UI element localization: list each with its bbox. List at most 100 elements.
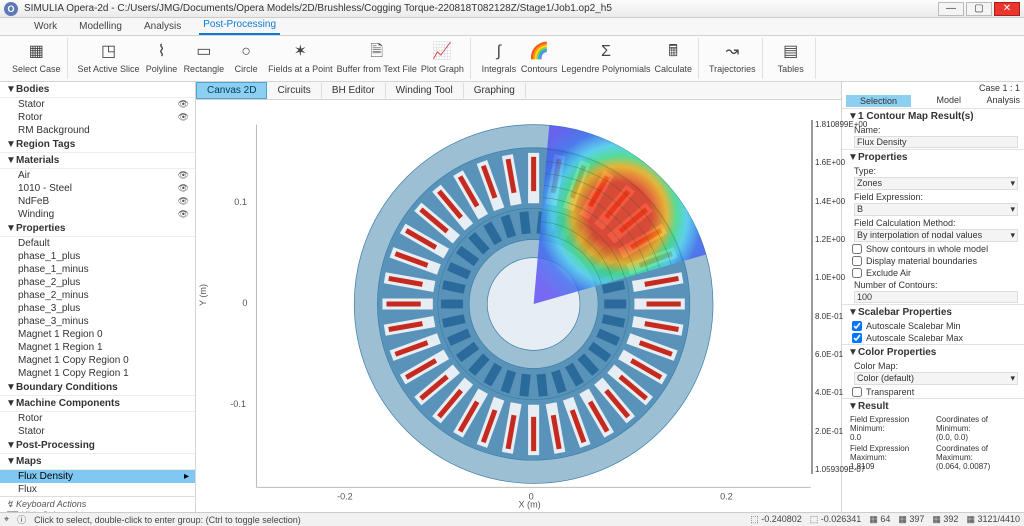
svg-text:0: 0 — [242, 298, 247, 308]
field-expression-select[interactable]: B▾ — [854, 203, 1018, 216]
polyline-icon: ⌇ — [152, 43, 172, 63]
tree-item[interactable]: 1010 - Steel👁 — [0, 182, 195, 195]
minimize-button[interactable]: — — [938, 2, 964, 16]
ribbon-tab-work[interactable]: Work — [30, 19, 61, 35]
close-button[interactable]: ✕ — [994, 2, 1020, 16]
tree-item[interactable]: Magnet 1 Copy Region 0 — [0, 354, 195, 367]
tree-item[interactable]: phase_1_minus — [0, 263, 195, 276]
sigma-icon: Σ — [596, 43, 616, 63]
tree-item[interactable]: Rotor — [0, 412, 195, 425]
visibility-icon[interactable]: 👁 — [178, 99, 189, 110]
set-active-slice-button[interactable]: ◳Set Active Slice — [78, 43, 140, 74]
tree-item[interactable]: NdFeB👁 — [0, 195, 195, 208]
tree-item[interactable]: Stator👁 — [0, 98, 195, 111]
tab-winding-tool[interactable]: Winding Tool — [386, 83, 464, 98]
status-hint: Click to select, double-click to enter g… — [34, 515, 301, 525]
chk-autoscale-min[interactable]: Autoscale Scalebar Min — [842, 320, 1024, 332]
svg-text:X (m): X (m) — [519, 500, 541, 510]
buffer-from-file-button[interactable]: 🗎Buffer from Text File — [337, 43, 417, 74]
tab-analysis[interactable]: Analysis — [986, 95, 1020, 107]
ribbon-tab-analysis[interactable]: Analysis — [140, 19, 185, 35]
integral-icon: ∫ — [489, 43, 509, 63]
properties-panel[interactable]: Case 1 : 1 Selection Model Analysis ▼1 C… — [842, 82, 1024, 512]
tree-section[interactable]: ▼Properties — [0, 221, 195, 237]
visibility-icon[interactable]: 👁 — [178, 196, 189, 207]
plot-graph-button[interactable]: 📈Plot Graph — [421, 43, 464, 74]
colorbar: 1.810899E+001.6E+001.4E+001.2E+001.0E+00… — [811, 120, 839, 474]
tree-item[interactable]: Rotor👁 — [0, 111, 195, 124]
tab-circuits[interactable]: Circuits — [267, 83, 321, 98]
canvas-2d-viewport[interactable]: -0.2 0 0.2 0.1 0 -0.1 X (m) Y (m) 1.8108… — [196, 100, 841, 512]
tree-item[interactable]: Air👁 — [0, 169, 195, 182]
visibility-icon[interactable]: 👁 — [178, 183, 189, 194]
tab-bh-editor[interactable]: BH Editor — [322, 83, 386, 98]
chk-autoscale-max[interactable]: Autoscale Scalebar Max — [842, 332, 1024, 344]
rectangle-icon: ▭ — [194, 43, 214, 63]
tree-item[interactable]: phase_2_minus — [0, 289, 195, 302]
graph-icon: 📈 — [432, 43, 452, 63]
section-properties[interactable]: ▼Properties — [842, 149, 1024, 165]
tree-item[interactable]: Stator — [0, 425, 195, 438]
section-result[interactable]: ▼Result — [842, 398, 1024, 414]
result-header[interactable]: ▼1 Contour Map Result(s) — [842, 108, 1024, 124]
fields-at-point-button[interactable]: ✶Fields at a Point — [268, 43, 333, 74]
tree-item[interactable]: phase_3_minus — [0, 315, 195, 328]
section-color[interactable]: ▼Color Properties — [842, 344, 1024, 360]
select-case-button[interactable]: ▦Select Case — [12, 43, 61, 74]
chk-exclude-air[interactable]: Exclude Air — [842, 267, 1024, 279]
chk-transparent[interactable]: Transparent — [842, 386, 1024, 398]
tree-section[interactable]: ▼Region Tags — [0, 137, 195, 153]
calc-method-select[interactable]: By interpolation of nodal values▾ — [854, 229, 1018, 242]
tab-model[interactable]: Model — [937, 95, 962, 107]
integrals-button[interactable]: ∫Integrals — [481, 43, 517, 74]
tree-item[interactable]: Magnet 1 Region 0 — [0, 328, 195, 341]
info-icon: ⓘ — [17, 513, 26, 526]
rectangle-button[interactable]: ▭Rectangle — [184, 43, 225, 74]
visibility-icon[interactable]: 👁 — [178, 170, 189, 181]
num-contours-input[interactable]: 100 — [854, 291, 1018, 303]
tab-graphing[interactable]: Graphing — [464, 83, 526, 98]
tree-section[interactable]: ▼Maps — [0, 454, 195, 470]
slice-icon: ◳ — [99, 43, 119, 63]
model-tree-panel[interactable]: ▼BodiesStator👁Rotor👁RM Background▼Region… — [0, 82, 196, 512]
tree-section[interactable]: ▼Boundary Conditions — [0, 380, 195, 396]
tree-section[interactable]: ▼Post-Processing — [0, 438, 195, 454]
tree-item[interactable]: Winding👁 — [0, 208, 195, 221]
tree-item[interactable]: phase_2_plus — [0, 276, 195, 289]
svg-text:Y (m): Y (m) — [198, 284, 208, 306]
tab-canvas-2d[interactable]: Canvas 2D — [196, 82, 267, 99]
svg-text:-0.1: -0.1 — [230, 399, 246, 409]
window-title: SIMULIA Opera-2d - C:/Users/JMG/Document… — [24, 3, 936, 14]
type-select[interactable]: Zones▾ — [854, 177, 1018, 190]
tables-button[interactable]: ▤Tables — [773, 43, 809, 74]
tree-item[interactable]: Magnet 1 Copy Region 1 — [0, 367, 195, 380]
table-icon: ▤ — [781, 43, 801, 63]
tree-section[interactable]: ▼Machine Components — [0, 396, 195, 412]
tree-item[interactable]: Default — [0, 237, 195, 250]
maximize-button[interactable]: ▢ — [966, 2, 992, 16]
tree-item[interactable]: phase_3_plus — [0, 302, 195, 315]
calculate-button[interactable]: 🖩Calculate — [654, 43, 692, 74]
tab-selection[interactable]: Selection — [846, 95, 911, 107]
tree-item[interactable]: phase_1_plus — [0, 250, 195, 263]
tree-section[interactable]: ▼Materials — [0, 153, 195, 169]
legendre-button[interactable]: ΣLegendre Polynomials — [561, 43, 650, 74]
tree-item[interactable]: RM Background — [0, 124, 195, 137]
color-map-select[interactable]: Color (default)▾ — [854, 372, 1018, 385]
status-bar: ⌖ ⓘ Click to select, double-click to ent… — [0, 512, 1024, 526]
contours-button[interactable]: 🌈Contours — [521, 43, 558, 74]
chk-display-boundaries[interactable]: Display material boundaries — [842, 255, 1024, 267]
trajectories-button[interactable]: ↝Trajectories — [709, 43, 756, 74]
chk-show-contours[interactable]: Show contours in whole model — [842, 243, 1024, 255]
ribbon-tab-modelling[interactable]: Modelling — [75, 19, 126, 35]
visibility-icon[interactable]: 👁 — [178, 112, 189, 123]
visibility-icon[interactable]: 👁 — [178, 209, 189, 220]
section-scalebar[interactable]: ▼Scalebar Properties — [842, 304, 1024, 320]
circle-button[interactable]: ○Circle — [228, 43, 264, 74]
tree-section[interactable]: ▼Bodies — [0, 82, 195, 98]
ribbon-tab-postprocessing[interactable]: Post-Processing — [199, 17, 280, 35]
polyline-button[interactable]: ⌇Polyline — [144, 43, 180, 74]
tree-item[interactable]: Magnet 1 Region 1 — [0, 341, 195, 354]
tree-item[interactable]: Flux Density▸ — [0, 470, 195, 483]
tree-item[interactable]: Flux — [0, 483, 195, 496]
